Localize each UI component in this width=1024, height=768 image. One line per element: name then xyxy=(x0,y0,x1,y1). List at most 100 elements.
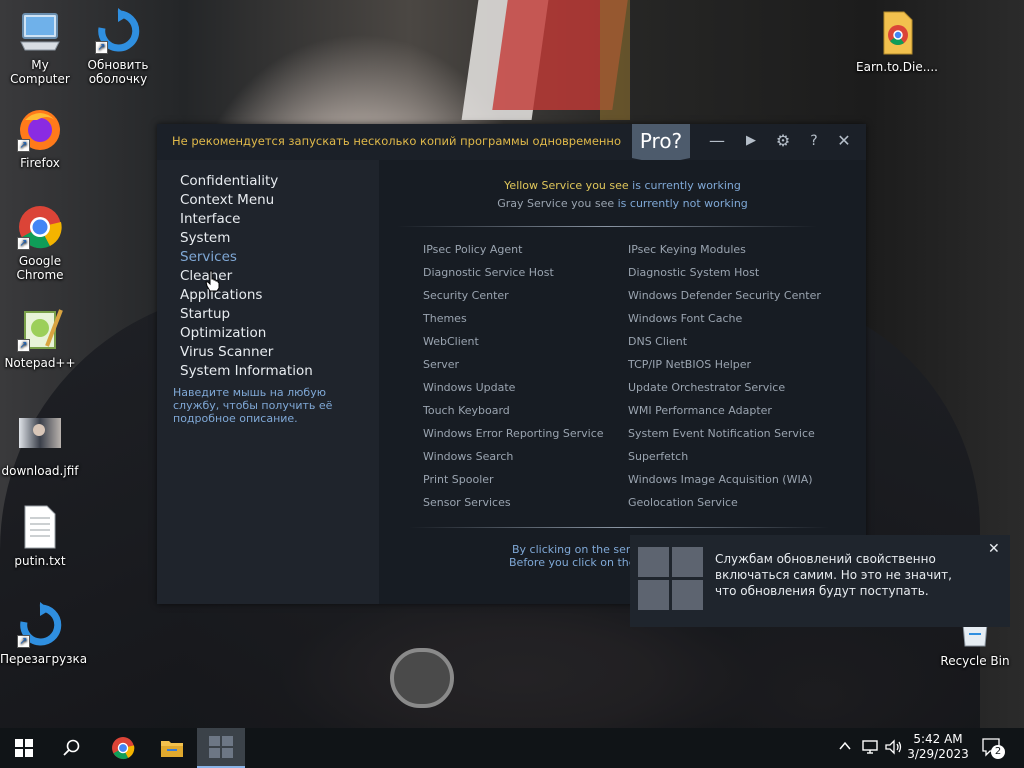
service-update-orchestrator[interactable]: Update Orchestrator Service xyxy=(628,381,785,395)
desktop-icon-label: Firefox xyxy=(20,156,60,170)
computer-icon xyxy=(17,8,63,54)
chrome-icon xyxy=(112,737,135,760)
service-diagnostic-system-host[interactable]: Diagnostic System Host xyxy=(628,266,759,280)
windows-start-icon xyxy=(15,739,33,757)
sidebar-menu: Confidentiality Context Menu Interface S… xyxy=(180,172,313,381)
volume-icon[interactable] xyxy=(885,739,903,768)
settings-button[interactable]: ⚙ xyxy=(771,130,795,152)
image-file-icon xyxy=(17,414,63,460)
sidebar-item-virus-scanner[interactable]: Virus Scanner xyxy=(180,343,313,362)
notepadpp-icon: ↗ xyxy=(17,306,63,352)
divider-top xyxy=(397,226,817,227)
taskbar-file-explorer[interactable] xyxy=(148,728,196,768)
service-touch-keyboard[interactable]: Touch Keyboard xyxy=(423,404,510,418)
service-security-center[interactable]: Security Center xyxy=(423,289,509,303)
windows-tweaker-icon xyxy=(209,736,233,758)
sidebar-item-interface[interactable]: Interface xyxy=(180,210,313,229)
service-print-spooler[interactable]: Print Spooler xyxy=(423,473,494,487)
desktop-icon-label: putin.txt xyxy=(14,554,66,568)
desktop-icon-label: My Computer xyxy=(10,58,70,86)
service-ipsec-keying-modules[interactable]: IPsec Keying Modules xyxy=(628,243,746,257)
windows-logo-icon xyxy=(638,547,704,611)
service-windows-image-acquisition[interactable]: Windows Image Acquisition (WIA) xyxy=(628,473,813,487)
minimize-button[interactable]: — xyxy=(705,130,729,152)
desktop-icon-label: Recycle Bin xyxy=(940,654,1010,668)
sidebar-item-system-information[interactable]: System Information xyxy=(180,362,313,381)
desktop-icon-my-computer[interactable]: My Computer xyxy=(0,8,80,86)
shortcut-arrow-icon: ↗ xyxy=(17,635,30,648)
desktop-icon-google-chrome[interactable]: ↗ Google Chrome xyxy=(0,204,80,282)
pro-button[interactable]: Pro? xyxy=(632,124,690,164)
start-button[interactable] xyxy=(0,728,48,768)
play-button[interactable]: ▶ xyxy=(739,130,763,152)
app-window: Не рекомендуется запускать несколько коп… xyxy=(157,124,866,604)
tray-chevron-icon[interactable] xyxy=(838,739,852,768)
service-sensor-services[interactable]: Sensor Services xyxy=(423,496,511,510)
toast-notification[interactable]: Службам обновлений свойственно включатьс… xyxy=(630,535,1010,627)
sidebar-item-confidentiality[interactable]: Confidentiality xyxy=(180,172,313,191)
sidebar-item-applications[interactable]: Applications xyxy=(180,286,313,305)
wallpaper-watch xyxy=(390,648,454,708)
service-superfetch[interactable]: Superfetch xyxy=(628,450,688,464)
shortcut-arrow-icon: ↗ xyxy=(95,41,108,54)
text-file-icon xyxy=(17,504,63,550)
sidebar-item-services[interactable]: Services xyxy=(180,248,313,267)
service-windows-defender-security-center[interactable]: Windows Defender Security Center xyxy=(628,289,821,303)
legend-not-working-text: is currently not working xyxy=(614,197,748,210)
taskbar-chrome[interactable] xyxy=(99,728,147,768)
desktop-icon-earn-to-die[interactable]: Earn.to.Die.... xyxy=(856,10,938,74)
clock[interactable]: 5:42 AM 3/29/2023 xyxy=(905,728,971,768)
search-button[interactable] xyxy=(48,728,96,768)
wallpaper-flag-gold xyxy=(600,0,630,120)
sidebar-item-cleaner[interactable]: Cleaner xyxy=(180,267,313,286)
chrome-icon: ↗ xyxy=(17,204,63,250)
toast-close-button[interactable]: ✕ xyxy=(988,541,1000,557)
action-center-button[interactable]: 2 xyxy=(980,728,1010,768)
service-themes[interactable]: Themes xyxy=(423,312,467,326)
desktop-icon-label: Notepad++ xyxy=(4,356,76,370)
service-dns-client[interactable]: DNS Client xyxy=(628,335,687,349)
close-button[interactable]: ✕ xyxy=(832,130,856,152)
service-ipsec-policy-agent[interactable]: IPsec Policy Agent xyxy=(423,243,522,257)
divider-bottom xyxy=(409,527,829,528)
desktop-icon-putin-txt[interactable]: putin.txt xyxy=(0,504,80,568)
desktop-icon-label: Обновить оболочку xyxy=(87,58,149,86)
service-geolocation[interactable]: Geolocation Service xyxy=(628,496,738,510)
network-icon[interactable] xyxy=(862,739,880,768)
taskbar: 5:42 AM 3/29/2023 2 xyxy=(0,728,1024,768)
desktop-icon-label: Earn.to.Die.... xyxy=(856,60,938,74)
service-wmi-performance-adapter[interactable]: WMI Performance Adapter xyxy=(628,404,772,418)
desktop-icon-notepadpp[interactable]: ↗ Notepad++ xyxy=(0,306,80,370)
desktop-icon-reboot[interactable]: ↗ Перезагрузка xyxy=(0,602,87,666)
desktop-icon-label: download.jfif xyxy=(1,464,79,478)
notification-count-badge: 2 xyxy=(991,745,1005,759)
refresh-icon: ↗ xyxy=(17,602,63,648)
clock-date: 3/29/2023 xyxy=(907,747,969,761)
sidebar-item-optimization[interactable]: Optimization xyxy=(180,324,313,343)
desktop-icon-refresh-shell[interactable]: ↗ Обновить оболочку xyxy=(78,8,158,86)
service-windows-error-reporting[interactable]: Windows Error Reporting Service xyxy=(423,427,604,441)
service-windows-font-cache[interactable]: Windows Font Cache xyxy=(628,312,742,326)
service-tcpip-netbios-helper[interactable]: TCP/IP NetBIOS Helper xyxy=(628,358,751,372)
legend-not-working: Gray Service you see is currently not wo… xyxy=(379,197,866,210)
desktop-icon-download-jfif[interactable]: download.jfif xyxy=(0,414,80,478)
legend-working: Yellow Service you see is currently work… xyxy=(379,179,866,192)
taskbar-active-app[interactable] xyxy=(197,728,245,768)
service-windows-update[interactable]: Windows Update xyxy=(423,381,515,395)
service-system-event-notification[interactable]: System Event Notification Service xyxy=(628,427,815,441)
sidebar-item-system[interactable]: System xyxy=(180,229,313,248)
shortcut-arrow-icon: ↗ xyxy=(17,237,30,250)
legend-yellow-label: Yellow Service you see xyxy=(504,179,629,192)
shortcut-arrow-icon: ↗ xyxy=(17,139,30,152)
service-diagnostic-service-host[interactable]: Diagnostic Service Host xyxy=(423,266,554,280)
legend-working-text: is currently working xyxy=(628,179,741,192)
service-windows-search[interactable]: Windows Search xyxy=(423,450,513,464)
service-server[interactable]: Server xyxy=(423,358,459,372)
chrome-file-icon xyxy=(874,10,920,56)
desktop-icon-firefox[interactable]: ↗ Firefox xyxy=(0,106,80,170)
service-webclient[interactable]: WebClient xyxy=(423,335,479,349)
sidebar-item-context-menu[interactable]: Context Menu xyxy=(180,191,313,210)
title-bar[interactable]: Не рекомендуется запускать несколько коп… xyxy=(157,124,866,164)
help-button[interactable]: ? xyxy=(802,130,826,152)
sidebar-item-startup[interactable]: Startup xyxy=(180,305,313,324)
